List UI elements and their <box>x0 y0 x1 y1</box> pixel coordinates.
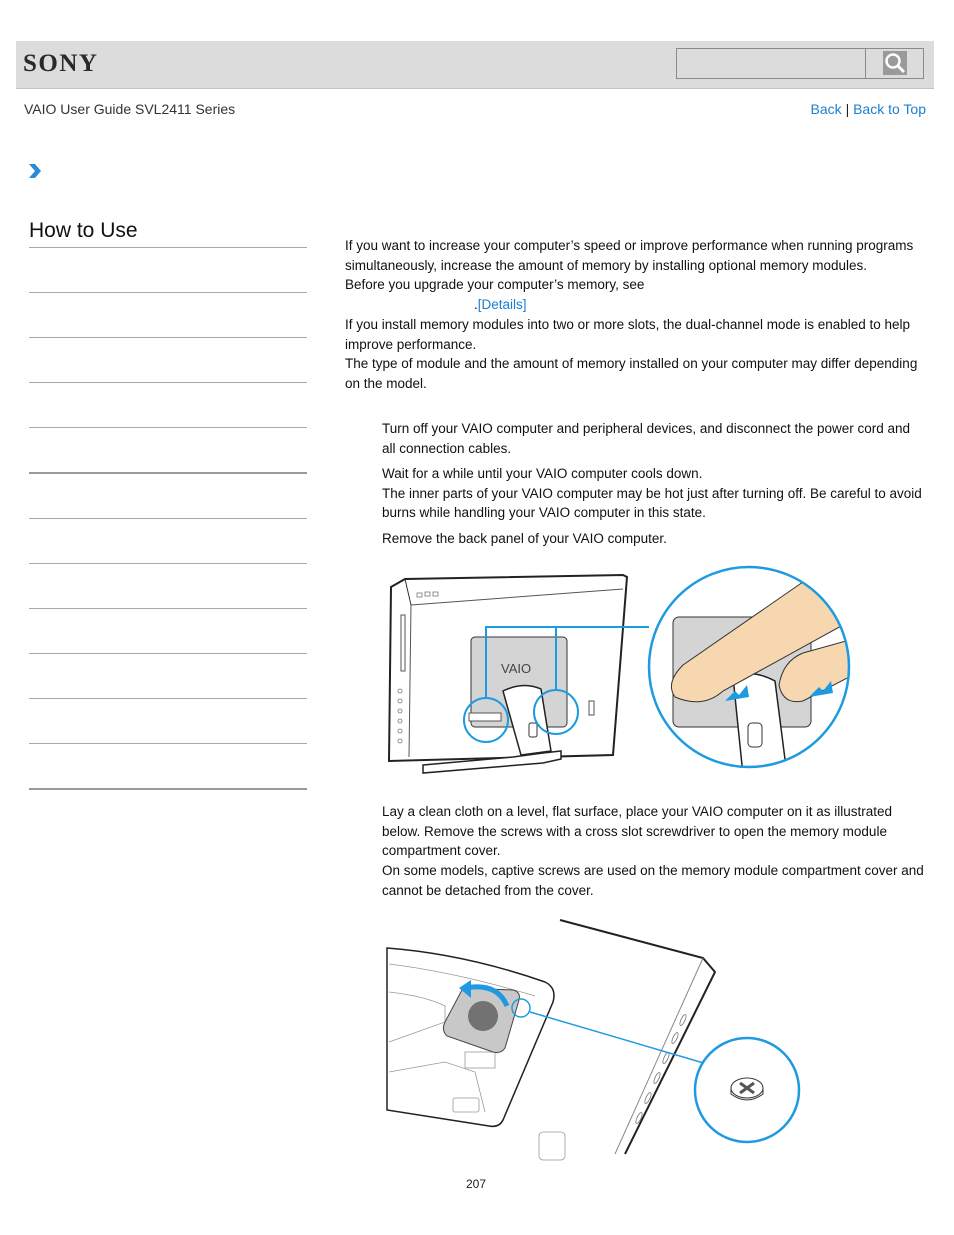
step-4-text: Lay a clean cloth on a level, flat surfa… <box>382 804 893 859</box>
intro-paragraph: If you want to increase your computer’s … <box>345 238 914 273</box>
back-link[interactable]: Back <box>811 101 842 117</box>
details-link[interactable]: [Details] <box>478 297 527 312</box>
sidebar-item[interactable] <box>29 518 307 519</box>
step-3: Remove the back panel of your VAIO compu… <box>382 529 927 549</box>
sidebar-item[interactable] <box>29 788 307 790</box>
sidebar-item[interactable] <box>29 608 307 609</box>
search-box <box>676 48 924 79</box>
step-2-note: The inner parts of your VAIO computer ma… <box>382 485 922 521</box>
sidebar-item[interactable] <box>29 472 307 474</box>
sony-logo: SONY <box>23 50 99 77</box>
back-panel-illustration: VAIO <box>387 565 851 774</box>
search-input[interactable] <box>677 49 865 78</box>
sidebar-item[interactable] <box>29 698 307 699</box>
step-1: Turn off your VAIO computer and peripher… <box>382 419 927 458</box>
step-2: Wait for a while until your VAIO compute… <box>382 464 927 523</box>
step-1-text: Turn off your VAIO computer and peripher… <box>382 421 911 456</box>
sidebar-item[interactable] <box>29 337 307 338</box>
chevron-right-icon[interactable] <box>28 163 42 179</box>
search-button[interactable] <box>865 49 923 78</box>
vaio-logo-text: VAIO <box>501 661 531 676</box>
sidebar-title: How to Use <box>29 219 138 242</box>
link-separator: | <box>845 101 850 117</box>
top-links: Back | Back to Top <box>811 101 926 117</box>
step-2-text: Wait for a while until your VAIO compute… <box>382 466 703 481</box>
sidebar-item[interactable] <box>29 382 307 383</box>
sidebar-item[interactable] <box>29 653 307 654</box>
step-3-text: Remove the back panel of your VAIO compu… <box>382 531 667 546</box>
memory-cover-illustration <box>386 919 801 1161</box>
breadcrumb <box>28 163 42 184</box>
guide-title: VAIO User Guide SVL2411 Series <box>24 101 236 117</box>
before-upgrade-text: Before you upgrade your computer’s memor… <box>345 277 645 293</box>
back-to-top-link[interactable]: Back to Top <box>853 101 926 117</box>
magnifier-icon <box>883 51 907 75</box>
sidebar-item[interactable] <box>29 563 307 564</box>
sidebar-item[interactable] <box>29 292 307 293</box>
dual-channel-note: If you install memory modules into two o… <box>345 316 911 352</box>
intro-section: If you want to increase your computer’s … <box>345 236 925 394</box>
page-number: 207 <box>466 1177 487 1191</box>
step-4: Lay a clean cloth on a level, flat surfa… <box>382 802 927 901</box>
sidebar-item[interactable] <box>29 743 307 744</box>
sidebar-item[interactable] <box>29 427 307 428</box>
module-type-note: The type of module and the amount of mem… <box>345 356 918 391</box>
sidebar-divider <box>29 247 307 248</box>
header-bar: SONY <box>16 41 934 89</box>
step-4-note: On some models, captive screws are used … <box>382 863 924 898</box>
